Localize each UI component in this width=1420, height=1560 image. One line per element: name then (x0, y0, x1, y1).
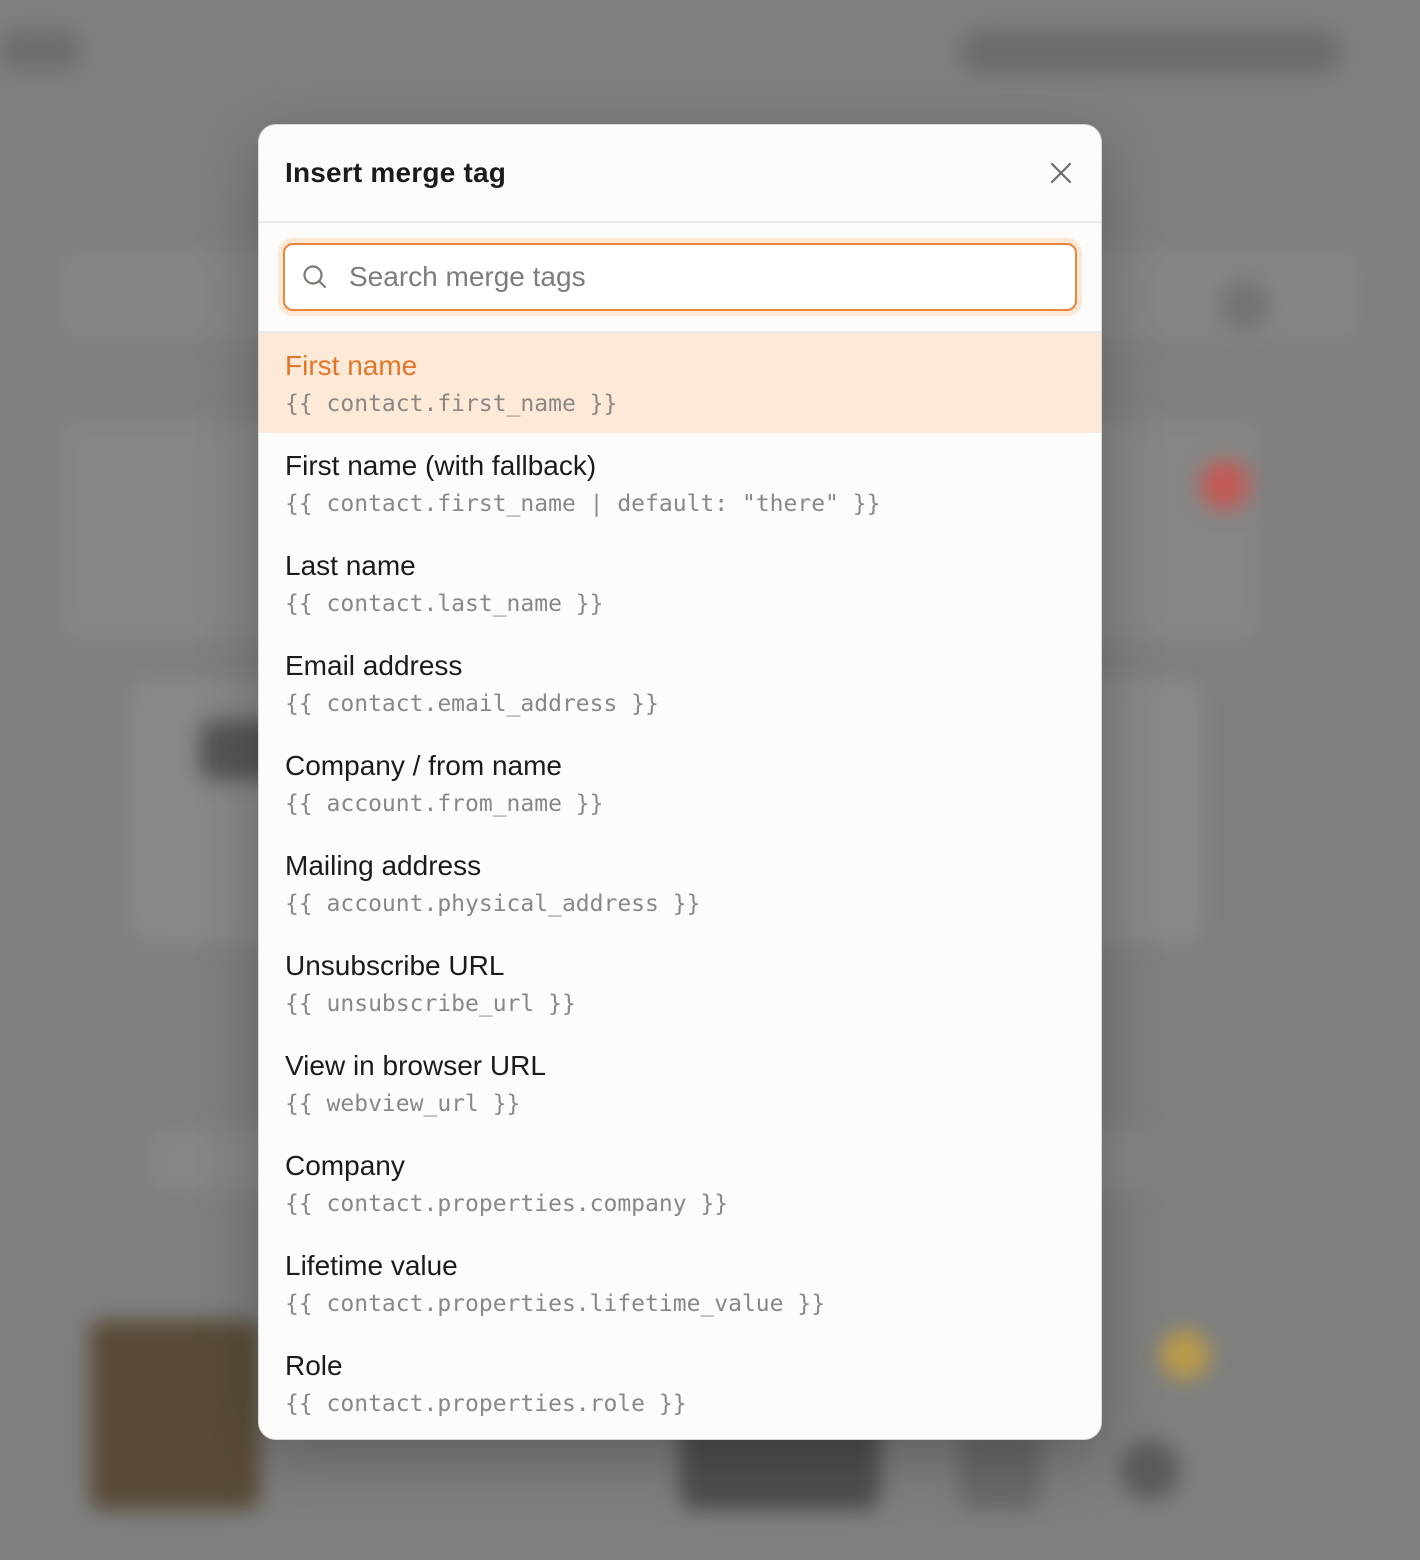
merge-tag-code: {{ unsubscribe_url }} (285, 991, 576, 1017)
merge-tag-label: Last name (285, 550, 416, 581)
merge-tag-code: {{ contact.properties.role }} (285, 1391, 687, 1417)
merge-tag-option[interactable]: Company {{ contact.properties.company }} (259, 1133, 1101, 1233)
background-content (960, 1430, 1040, 1510)
merge-tag-code: {{ account.physical_address }} (285, 891, 701, 917)
merge-tag-dialog: Insert merge tag First name {{ contact.fi… (258, 124, 1102, 1440)
merge-tag-label: Company / from name (285, 750, 562, 781)
search-icon (301, 263, 329, 291)
background-content (1120, 1440, 1180, 1500)
merge-tag-code: {{ contact.properties.lifetime_value }} (285, 1291, 826, 1317)
merge-tag-option[interactable]: Mailing address {{ account.physical_addre… (259, 833, 1101, 933)
dialog-header: Insert merge tag (259, 125, 1101, 223)
dialog-title: Insert merge tag (285, 157, 507, 188)
merge-tag-code: {{ contact.email_address }} (285, 691, 659, 717)
merge-tag-option[interactable]: First name {{ contact.first_name }} (259, 333, 1101, 433)
merge-tag-label: Role (285, 1350, 343, 1381)
merge-tag-code: {{ contact.last_name }} (285, 591, 604, 617)
background-content (1160, 1330, 1210, 1380)
merge-tag-label: First name (with fallback) (285, 450, 597, 481)
background-content (0, 30, 80, 70)
merge-tag-label: Lifetime value (285, 1250, 458, 1281)
merge-tag-option[interactable]: Last name {{ contact.last_name }} (259, 533, 1101, 633)
close-button[interactable] (1041, 153, 1081, 193)
merge-tag-label: Mailing address (285, 850, 482, 881)
search-input[interactable] (349, 261, 1059, 293)
merge-tag-code: {{ contact.first_name | default: "there"… (285, 491, 881, 517)
merge-tag-label: Email address (285, 650, 463, 681)
merge-tag-code: {{ contact.first_name }} (285, 391, 618, 417)
merge-tag-option[interactable]: Lifetime value {{ contact.properties.life… (259, 1233, 1101, 1333)
merge-tag-label: View in browser URL (285, 1050, 546, 1081)
merge-tag-code: {{ contact.properties.company }} (285, 1191, 729, 1217)
merge-tag-label: Company (285, 1150, 405, 1181)
merge-tag-code: {{ account.from_name }} (285, 791, 604, 817)
merge-tag-option[interactable]: Company / from name {{ account.from_name … (259, 733, 1101, 833)
merge-tag-label: First name (285, 350, 418, 381)
merge-tag-label: Unsubscribe URL (285, 950, 505, 981)
background-content (1200, 460, 1250, 510)
merge-tag-option[interactable]: Email address {{ contact.email_address }} (259, 633, 1101, 733)
close-icon (1050, 162, 1072, 184)
background-content (90, 1320, 260, 1510)
search-section (259, 223, 1101, 333)
merge-tag-code: {{ webview_url }} (285, 1091, 521, 1117)
merge-tag-list: First name{{ contact.first_name }} First … (259, 333, 1101, 1433)
merge-tag-option[interactable]: View in browser URL {{ webview_url }} (259, 1033, 1101, 1133)
merge-tag-option[interactable]: Role {{ contact.properties.role }} (259, 1333, 1101, 1433)
background-content (960, 30, 1340, 74)
merge-tag-option[interactable]: Unsubscribe URL {{ unsubscribe_url }} (259, 933, 1101, 1033)
background-content (1220, 280, 1270, 330)
merge-tag-option[interactable]: First name (with fallback) {{ contact.fir… (259, 433, 1101, 533)
search-field[interactable] (283, 243, 1077, 311)
